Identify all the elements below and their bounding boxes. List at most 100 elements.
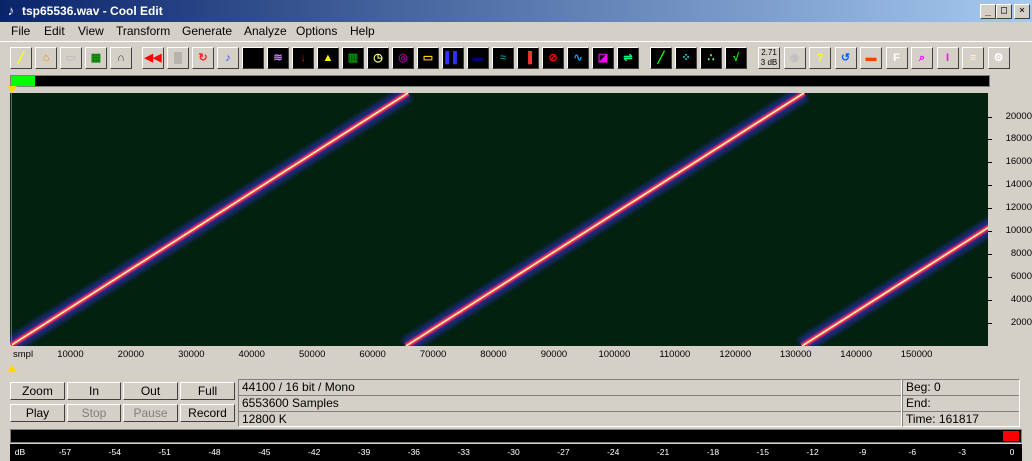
toolbar: ╱ ⌂ ▭ ▦ ∩ ◀◀ ▒ ↻ ♪ ● ≋ ↓ ▲ ▥ ◷ ◎ ▭ ▌▌ ▬ ≈ ▐ ⊘ ∿ ◪ ⇌ ╱ ⁘ ∴ √ 2.71 3 dB… <box>0 41 1032 74</box>
stop-button[interactable]: Stop <box>67 404 121 422</box>
grid-button[interactable]: ⁘ <box>675 47 697 69</box>
meter-tick-label: 0 <box>1009 447 1015 457</box>
meter-button[interactable]: ▬ <box>860 47 882 69</box>
x-tick-label: 40000 <box>238 349 265 360</box>
meter-tick-label: -15 <box>756 447 769 457</box>
spectrum-button[interactable]: ▌▌ <box>442 47 464 69</box>
menu-help[interactable]: Help <box>350 24 375 39</box>
x-tick-label: 10000 <box>57 349 84 360</box>
waveform-icon: ▥ <box>347 52 359 64</box>
marker-button[interactable]: I <box>936 47 959 69</box>
waveform-button[interactable]: ▥ <box>342 47 364 69</box>
wireless-button[interactable]: ◎ <box>392 47 414 69</box>
line-icon: ╱ <box>657 52 665 64</box>
zoom-full-button[interactable]: Full <box>180 382 235 400</box>
wave-button[interactable]: ≈ <box>492 47 514 69</box>
save-icon: ▭ <box>65 52 77 64</box>
meter-tick-label: -9 <box>858 447 867 457</box>
notes-button[interactable]: ≡ <box>962 47 984 69</box>
grid-icon: ⁘ <box>681 52 691 64</box>
amplitude-icon: ▲ <box>322 52 334 64</box>
amplitude-button[interactable]: ▲ <box>317 47 339 69</box>
music-note-button[interactable]: ♪ <box>217 47 239 69</box>
close-button[interactable]: × <box>1014 4 1030 19</box>
zoom-out-button[interactable]: Out <box>123 382 178 400</box>
clock-button[interactable]: ◷ <box>367 47 389 69</box>
sample-axis: smpl 10000 20000 30000 40000 50000 60000 70000… <box>10 346 988 362</box>
black-dot-button[interactable]: ● <box>242 47 264 69</box>
cursor-line[interactable] <box>11 93 12 346</box>
dots-button[interactable]: ∴ <box>700 47 722 69</box>
x-tick-label: 70000 <box>419 349 447 360</box>
meter-tick-label: -3 <box>958 447 966 457</box>
selection-info-panel: Beg: 0 End: Time: 161817 <box>902 379 1020 427</box>
window-title: tsp65536.wav - Cool Edit <box>22 4 163 18</box>
filter-button[interactable]: ◪ <box>592 47 614 69</box>
echo-button[interactable]: ≋ <box>267 47 289 69</box>
app-icon[interactable]: ♪ <box>4 3 18 19</box>
headphones-button[interactable]: ∩ <box>110 47 132 69</box>
help-button[interactable]: ? <box>809 47 831 69</box>
no-sign-button[interactable]: ⊘ <box>542 47 564 69</box>
title-bar: ♪ tsp65536.wav - Cool Edit _ □ × <box>0 0 1032 22</box>
x-tick-label: 20000 <box>117 349 145 360</box>
y-tick-mark <box>988 116 992 118</box>
x-tick-label: 30000 <box>178 349 205 360</box>
menu-generate[interactable]: Generate <box>182 24 232 39</box>
spectral-view[interactable] <box>10 93 988 346</box>
clip-indicator[interactable] <box>1003 431 1019 441</box>
refresh-button[interactable]: ↺ <box>834 47 857 69</box>
noise-button[interactable]: ▒ <box>167 47 189 69</box>
y-tick-mark <box>988 277 992 279</box>
font-button[interactable]: F <box>885 47 908 69</box>
download-button[interactable]: ↓ <box>292 47 314 69</box>
menu-file[interactable]: File <box>11 24 30 39</box>
diagonal-button[interactable]: √ <box>725 47 747 69</box>
open-button[interactable]: ⌂ <box>35 47 57 69</box>
zoom-button[interactable]: Zoom <box>10 382 65 400</box>
start-marker-bottom[interactable] <box>7 365 17 372</box>
y-tick-mark <box>988 300 992 302</box>
rewind-button[interactable]: ◀◀ <box>142 47 164 69</box>
y-tick-mark <box>988 162 992 164</box>
play-button[interactable]: Play <box>10 404 65 422</box>
tape-button[interactable]: ▭ <box>417 47 439 69</box>
spectral-bars-icon: ▬ <box>472 52 484 64</box>
edit-view-button[interactable]: ╱ <box>10 47 32 69</box>
spectrum-icon: ▌▌ <box>445 52 461 64</box>
y-tick-label: 14000 <box>1005 179 1032 191</box>
close-file-button[interactable]: ▦ <box>85 47 107 69</box>
x-axis-unit: smpl <box>13 349 34 360</box>
line-button[interactable]: ╱ <box>650 47 672 69</box>
settings-button[interactable]: ⚙ <box>987 47 1010 69</box>
y-tick-mark <box>988 208 992 210</box>
headphones-icon: ∩ <box>117 52 125 64</box>
sweep-button[interactable]: ∿ <box>567 47 589 69</box>
zoom-in-button[interactable]: In <box>67 382 121 400</box>
menu-edit[interactable]: Edit <box>44 24 65 39</box>
menu-transform[interactable]: Transform <box>116 24 170 39</box>
font-icon: F <box>893 52 900 64</box>
x-tick-label: 150000 <box>900 349 933 360</box>
menu-view[interactable]: View <box>78 24 104 39</box>
maximize-button[interactable]: □ <box>996 4 1012 19</box>
record-button[interactable]: Record <box>180 404 235 422</box>
disc-button[interactable]: ◉ <box>783 47 806 69</box>
minimize-button[interactable]: _ <box>980 4 996 19</box>
find-button[interactable]: ⌕ <box>911 47 933 69</box>
start-marker-top[interactable] <box>7 86 17 93</box>
level-3db-icon: 2.71 3 dB <box>760 48 778 67</box>
reverse-button[interactable]: ⇌ <box>617 47 639 69</box>
x-tick-label: 90000 <box>540 349 568 360</box>
dots-icon: ∴ <box>707 52 715 64</box>
sweep-trace-3 <box>797 218 988 346</box>
spectral-bars-button[interactable]: ▬ <box>467 47 489 69</box>
save-button[interactable]: ▭ <box>60 47 82 69</box>
level-3db-button[interactable]: 2.71 3 dB <box>758 47 780 69</box>
size-info: 12800 K <box>242 412 287 426</box>
loop-button[interactable]: ↻ <box>192 47 214 69</box>
pause-button[interactable]: Pause <box>123 404 178 422</box>
menu-options[interactable]: Options <box>296 24 337 39</box>
equalizer-button[interactable]: ▐ <box>517 47 539 69</box>
menu-analyze[interactable]: Analyze <box>244 24 287 39</box>
